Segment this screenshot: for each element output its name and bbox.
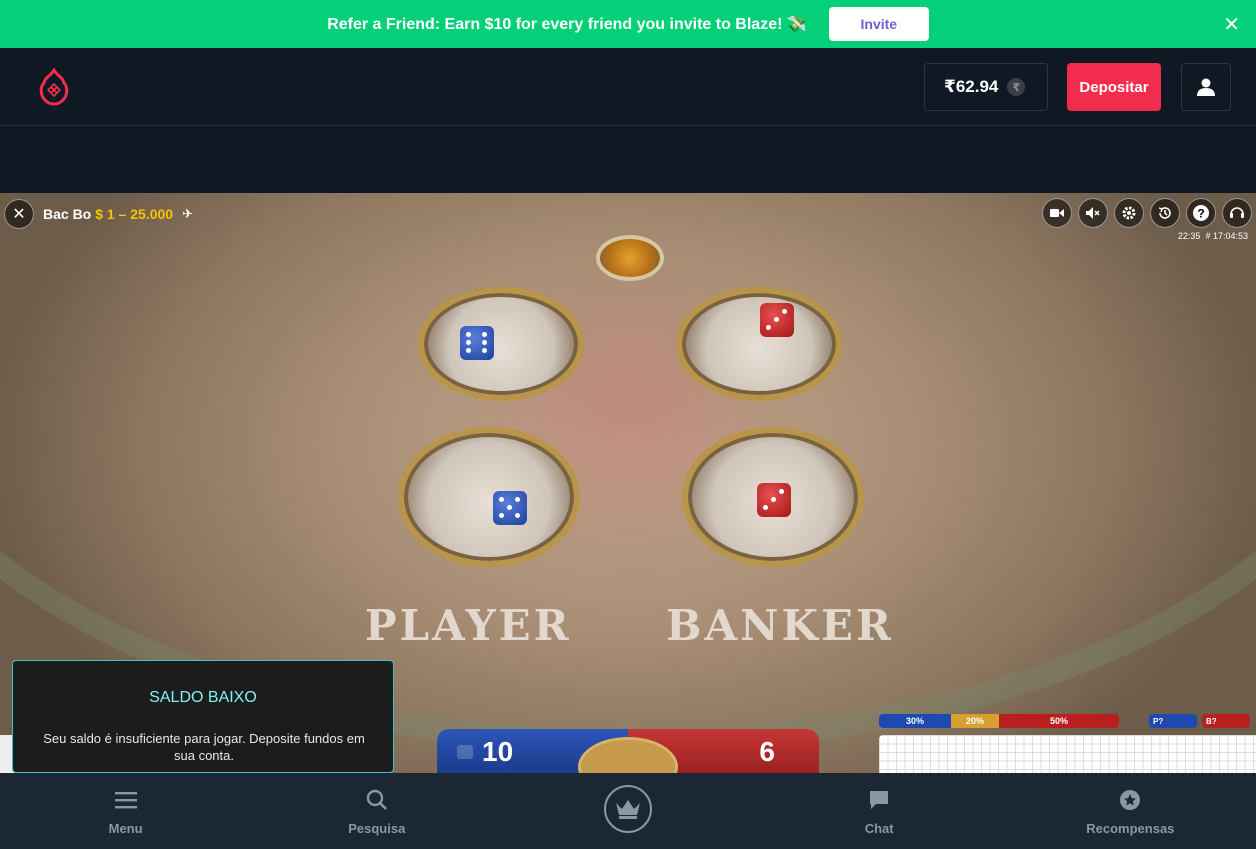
close-icon[interactable]: ✕ <box>1223 12 1240 37</box>
nav-home[interactable] <box>528 773 728 849</box>
tie-stat: 20% <box>951 714 999 728</box>
banker-table-label: BANKER <box>666 601 894 650</box>
mute-icon[interactable] <box>1078 198 1108 228</box>
crown-icon <box>603 785 652 833</box>
player-cup-2 <box>398 427 580 567</box>
user-profile-button[interactable] <box>1181 63 1231 111</box>
user-icon <box>1197 78 1215 96</box>
low-balance-popup: SALDO BAIXO Seu saldo é insuficiente par… <box>12 660 394 773</box>
nav-rewards-label: Recompensas <box>1086 821 1175 836</box>
invite-button[interactable]: Invite <box>828 7 929 41</box>
roadmap-grid[interactable] <box>879 735 1256 773</box>
balance-amount: ₹62.94 <box>944 77 999 96</box>
game-controls: ? <box>1042 198 1252 228</box>
search-icon <box>366 787 388 813</box>
blaze-logo[interactable] <box>38 68 70 106</box>
prediction-buttons: P? B? <box>1149 714 1250 728</box>
subheader-bar <box>0 127 1256 186</box>
video-icon[interactable] <box>1042 198 1072 228</box>
promo-banner: Refer a Friend: Earn $10 for every frien… <box>0 0 1256 48</box>
player-cup-1 <box>418 287 584 401</box>
banker-score: 6 <box>759 736 775 767</box>
player-dice-icon <box>457 745 473 759</box>
nav-search-label: Pesquisa <box>348 821 406 836</box>
top-header: ₹62.94 ₹ Depositar <box>0 48 1256 126</box>
nav-search[interactable]: Pesquisa <box>277 773 477 849</box>
banker-win-stat: 50% <box>999 714 1119 728</box>
nav-menu[interactable]: Menu <box>26 773 226 849</box>
nav-rewards[interactable]: Recompensas <box>1030 773 1230 849</box>
player-die-1 <box>460 326 494 360</box>
nav-chat[interactable]: Chat <box>779 773 979 849</box>
history-icon[interactable] <box>1150 198 1180 228</box>
banker-die-2 <box>757 483 791 517</box>
banker-die-1 <box>760 303 794 337</box>
game-title-bar: ✕ Bac Bo $ 1 – 25.000 ✈ <box>4 198 193 230</box>
deposit-button[interactable]: Depositar <box>1067 63 1161 111</box>
balance-display[interactable]: ₹62.94 ₹ <box>924 63 1048 111</box>
chat-icon <box>868 787 890 813</box>
player-win-stat: 30% <box>879 714 951 728</box>
round-time: 22:35 # 17:04:53 <box>1177 231 1248 241</box>
nav-menu-label: Menu <box>108 821 143 836</box>
support-icon[interactable] <box>1222 198 1252 228</box>
low-balance-title: SALDO BAIXO <box>149 689 257 706</box>
banker-predict-button[interactable]: B? <box>1202 714 1250 728</box>
player-predict-button[interactable]: P? <box>1149 714 1197 728</box>
nav-chat-label: Chat <box>864 821 894 836</box>
bottom-nav: Menu Pesquisa Chat Recompensas <box>0 773 1256 849</box>
bet-limits: $ 1 – 25.000 <box>95 206 174 222</box>
help-icon[interactable]: ? <box>1186 198 1216 228</box>
low-balance-message: Seu saldo é insuficiente para jogar. Dep… <box>43 731 365 763</box>
player-score: 10 <box>482 736 514 767</box>
score-bar: 10 6 <box>437 729 819 773</box>
rupee-coin-icon: ₹ <box>1007 78 1026 96</box>
settings-icon[interactable] <box>1114 198 1144 228</box>
promo-text: Refer a Friend: Earn $10 for every frien… <box>327 16 807 33</box>
game-name: Bac Bo <box>43 206 92 222</box>
player-die-2 <box>493 491 527 525</box>
table-light <box>596 235 664 281</box>
close-game-icon[interactable]: ✕ <box>4 199 34 229</box>
results-stats-bar: 30% 20% 50% <box>879 714 1119 728</box>
svg-text:?: ? <box>1197 207 1204 221</box>
banker-cup-1 <box>676 287 842 401</box>
pin-icon[interactable]: ✈ <box>182 206 193 222</box>
star-badge-icon <box>1119 787 1141 813</box>
menu-icon <box>114 787 137 813</box>
player-table-label: PLAYER <box>365 601 572 650</box>
